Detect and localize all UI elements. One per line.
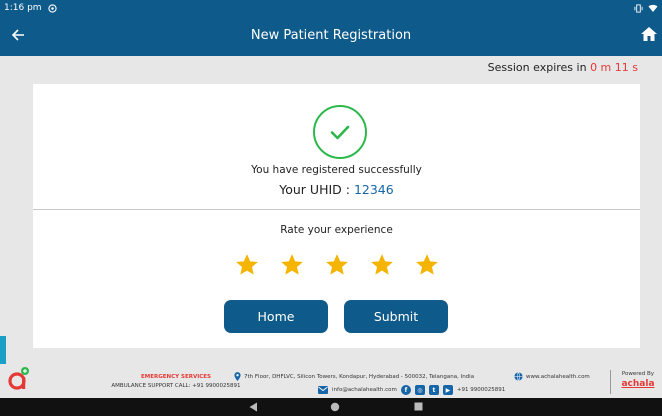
- vibrate-icon: [634, 3, 643, 13]
- address-line: 7th Floor, DHFLVC, Silicon Towers, Konda…: [234, 372, 474, 381]
- star-icon-5[interactable]: [414, 252, 440, 278]
- email-text[interactable]: info@achalahealth.com: [332, 387, 397, 393]
- star-icon-1[interactable]: [234, 252, 260, 278]
- footer-separator: [610, 370, 611, 394]
- system-nav-bar: [0, 398, 662, 416]
- twitter-icon[interactable]: t: [428, 385, 439, 395]
- star-icon-4[interactable]: [369, 252, 395, 278]
- powered-label: Powered By: [621, 371, 655, 377]
- website-line: www.achalahealth.com: [514, 372, 590, 381]
- brand-name: achala: [621, 379, 655, 389]
- submit-button[interactable]: Submit: [344, 300, 448, 333]
- page-title: New Patient Registration: [250, 28, 412, 43]
- email-icon: [318, 386, 328, 394]
- success-message: You have registered successfully: [251, 164, 422, 176]
- status-time: 1:16 pm: [4, 3, 42, 13]
- home-nav-button[interactable]: [640, 25, 660, 45]
- notification-icon: [47, 3, 57, 13]
- wifi-icon: [648, 4, 658, 12]
- home-button[interactable]: Home: [224, 300, 328, 333]
- star-icon-3[interactable]: [324, 252, 350, 278]
- website-text[interactable]: www.achalahealth.com: [526, 374, 590, 380]
- youtube-icon[interactable]: ▶: [442, 385, 453, 395]
- facebook-icon[interactable]: f: [400, 385, 411, 395]
- uhid-label: Your UHID :: [279, 182, 350, 197]
- footer: EMERGENCY SERVICES AMBULANCE SUPPORT CAL…: [0, 364, 662, 398]
- phone-text[interactable]: +91 9900025891: [457, 387, 505, 393]
- contacts-line: info@achalahealth.com f ◎ t ▶ +91 990002…: [318, 385, 505, 395]
- address-text: 7th Floor, DHFLVC, Silicon Towers, Konda…: [244, 373, 475, 380]
- rating-label: Rate your experience: [280, 224, 393, 236]
- session-countdown: 0 m 11 s: [590, 61, 638, 74]
- session-label: Session expires in: [487, 61, 587, 74]
- success-check-icon: [313, 105, 367, 159]
- nav-home-icon[interactable]: [330, 402, 340, 412]
- ambulance-line: AMBULANCE SUPPORT CALL: +91 9900025891: [111, 383, 241, 389]
- registration-success-card: You have registered successfully Your UH…: [33, 84, 640, 348]
- instagram-icon[interactable]: ◎: [414, 385, 425, 395]
- divider: [33, 209, 640, 210]
- home-icon: [641, 27, 657, 41]
- uhid-value: 12346: [353, 182, 394, 197]
- app-bar: New Patient Registration: [0, 16, 662, 56]
- session-timer: Session expires in 0 m 11 s: [488, 61, 638, 74]
- nav-back-icon[interactable]: [249, 402, 258, 412]
- status-bar: 1:16 pm: [0, 0, 662, 16]
- nav-recents-icon[interactable]: [414, 402, 423, 411]
- achala-logo-icon: [8, 367, 29, 390]
- star-rating: [33, 252, 640, 278]
- location-pin-icon: [234, 372, 241, 381]
- powered-by: Powered By achala: [616, 371, 660, 389]
- globe-icon: [514, 372, 523, 381]
- star-icon-2[interactable]: [279, 252, 305, 278]
- uhid-line: Your UHID : 12346: [33, 182, 640, 197]
